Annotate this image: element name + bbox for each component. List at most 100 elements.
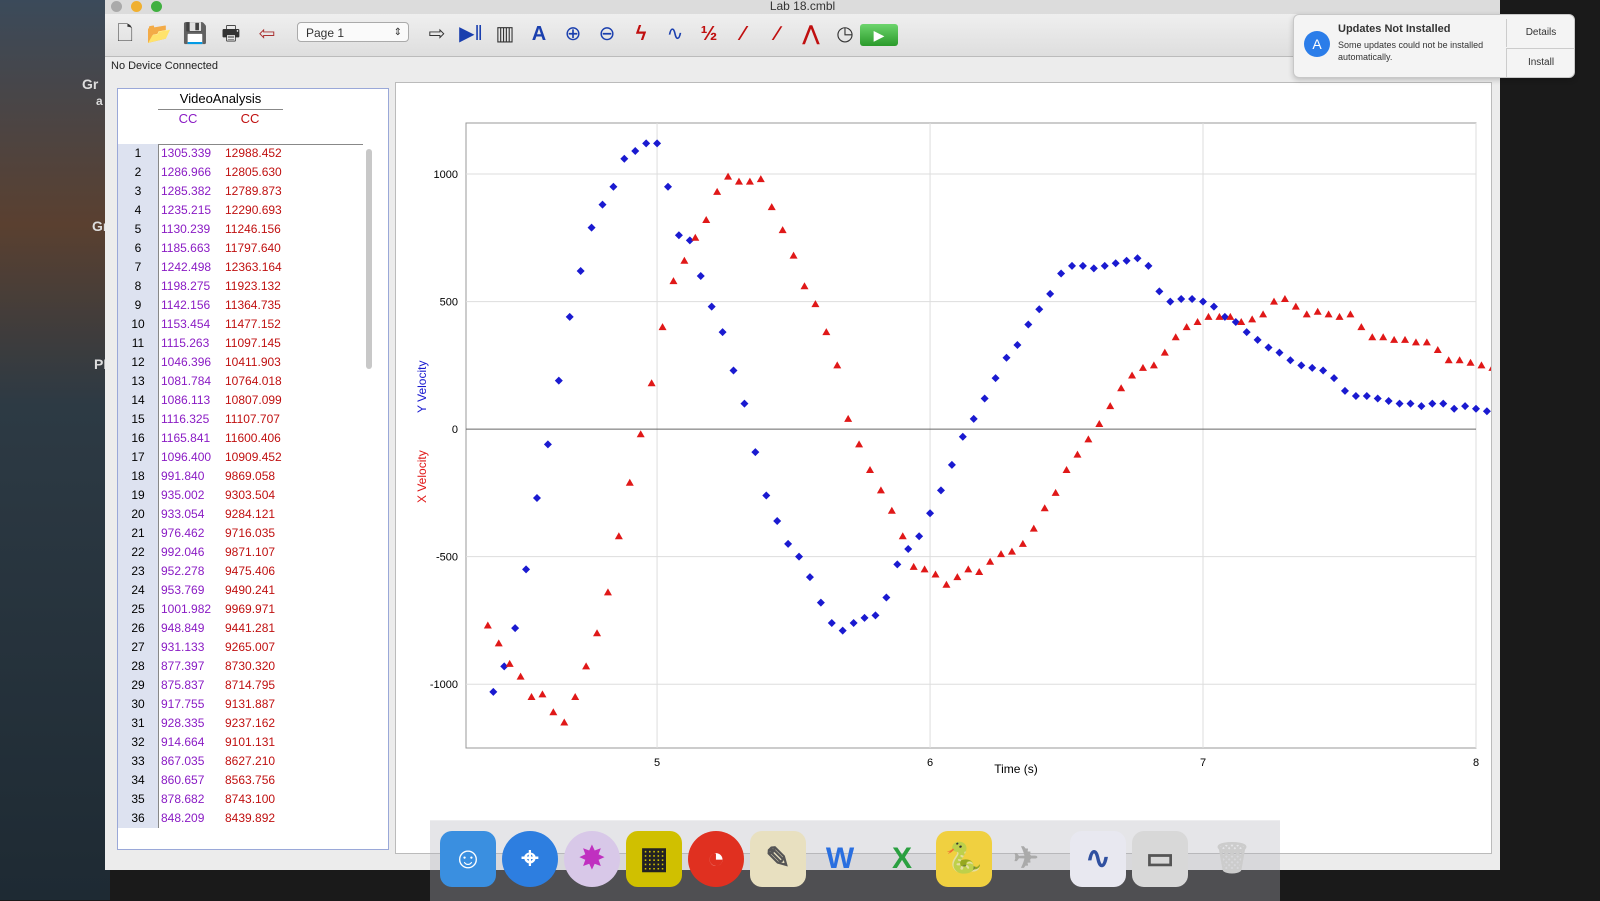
table-row[interactable]: 1116.325 11107.707 [159, 410, 359, 429]
cell-col1[interactable]: 1142.156 [161, 296, 221, 315]
logger-pro-icon[interactable]: ▦ [626, 831, 682, 887]
autoscale-icon[interactable]: A [525, 20, 553, 48]
table-row[interactable]: 1242.498 12363.164 [159, 258, 359, 277]
cell-col2[interactable]: 11364.735 [225, 296, 289, 315]
cell-col2[interactable]: 10411.903 [225, 353, 289, 372]
cell-col2[interactable]: 9969.971 [225, 600, 289, 619]
cell-col1[interactable]: 860.657 [161, 771, 221, 790]
data-table[interactable]: VideoAnalysis CC CC 1 2 3 4 5 6 7 8 9 10 11 12 13 14 1… [117, 88, 389, 850]
table-row[interactable]: 992.046 9871.107 [159, 543, 359, 562]
cell-col1[interactable]: 1305.339 [161, 144, 221, 163]
word-icon[interactable]: W [812, 831, 868, 887]
curve-fit-icon[interactable]: ∕ [763, 20, 791, 48]
trash-icon[interactable]: 🗑 [1204, 831, 1260, 887]
collect-icon[interactable]: ▶ [860, 24, 898, 46]
graph-panel[interactable]: 5 6 7 8 1000 500 0 -500 -1000 Time (s) Y Velocit… [395, 82, 1600, 854]
cell-col2[interactable]: 9716.035 [225, 524, 289, 543]
table-row[interactable]: 1185.663 11797.640 [159, 239, 359, 258]
cell-col1[interactable]: 1001.982 [161, 600, 221, 619]
examine-icon[interactable]: ϟ [627, 20, 655, 48]
cell-col1[interactable]: 1115.263 [161, 334, 221, 353]
install-button[interactable]: Install [1506, 48, 1575, 77]
column-header-x[interactable]: CC [158, 111, 218, 126]
cell-col1[interactable]: 935.002 [161, 486, 221, 505]
open-folder-icon[interactable]: 📂 [145, 20, 173, 48]
launcher-icon[interactable]: ✈ [998, 831, 1054, 887]
cell-col2[interactable]: 9131.887 [225, 695, 289, 714]
preview-icon[interactable]: ✎ [750, 831, 806, 887]
cell-col2[interactable]: 9475.406 [225, 562, 289, 581]
cell-col1[interactable]: 992.046 [161, 543, 221, 562]
new-file-icon[interactable]: 🗋 [111, 20, 139, 48]
table-row[interactable]: 877.397 8730.320 [159, 657, 359, 676]
table-row[interactable]: 1235.215 12290.693 [159, 201, 359, 220]
finder-icon[interactable]: ☺ [440, 831, 496, 887]
cell-col1[interactable]: 953.769 [161, 581, 221, 600]
python-icon[interactable]: 🐍 [936, 831, 992, 887]
tangent-icon[interactable]: ∿ [661, 20, 689, 48]
table-row[interactable]: 1142.156 11364.735 [159, 296, 359, 315]
cell-col1[interactable]: 875.837 [161, 676, 221, 695]
table-row[interactable]: 1285.382 12789.873 [159, 182, 359, 201]
table-row[interactable]: 933.054 9284.121 [159, 505, 359, 524]
cell-col2[interactable]: 9871.107 [225, 543, 289, 562]
zoom-in-icon[interactable]: ⊕ [559, 20, 587, 48]
safari-icon[interactable]: ⌖ [502, 831, 558, 887]
cell-col1[interactable]: 1242.498 [161, 258, 221, 277]
cell-col2[interactable]: 11246.156 [225, 220, 289, 239]
table-row[interactable]: 1096.400 10909.452 [159, 448, 359, 467]
table-row[interactable]: 878.682 8743.100 [159, 790, 359, 809]
column-header-y[interactable]: CC [220, 111, 280, 126]
photo-booth-icon[interactable]: ✸ [564, 831, 620, 887]
cell-col2[interactable]: 10807.099 [225, 391, 289, 410]
filemerge-icon[interactable]: ▭ [1132, 831, 1188, 887]
save-icon[interactable]: 💾 [181, 20, 209, 48]
cell-col1[interactable]: 1153.454 [161, 315, 221, 334]
table-row[interactable]: 1046.396 10411.903 [159, 353, 359, 372]
table-row[interactable]: 952.278 9475.406 [159, 562, 359, 581]
cell-col2[interactable]: 9441.281 [225, 619, 289, 638]
cell-col2[interactable]: 10764.018 [225, 372, 289, 391]
table-row[interactable]: 914.664 9101.131 [159, 733, 359, 752]
cell-col2[interactable]: 11600.406 [225, 429, 289, 448]
cell-col1[interactable]: 1285.382 [161, 182, 221, 201]
table-row[interactable]: 1130.239 11246.156 [159, 220, 359, 239]
cell-col1[interactable]: 1185.663 [161, 239, 221, 258]
integral-icon[interactable]: ½ [695, 20, 723, 48]
cell-col1[interactable]: 917.755 [161, 695, 221, 714]
table-row[interactable]: 860.657 8563.756 [159, 771, 359, 790]
table-row[interactable]: 848.209 8439.892 [159, 809, 359, 828]
cell-col1[interactable]: 1235.215 [161, 201, 221, 220]
table-row[interactable]: 1198.275 11923.132 [159, 277, 359, 296]
cell-col2[interactable]: 12290.693 [225, 201, 289, 220]
cell-col2[interactable]: 11097.145 [225, 334, 289, 353]
page-arrow-icon[interactable]: ⇨ [423, 20, 451, 48]
table-row[interactable]: 953.769 9490.241 [159, 581, 359, 600]
table-row[interactable]: 1001.982 9969.971 [159, 600, 359, 619]
cell-col1[interactable]: 1165.841 [161, 429, 221, 448]
cell-col1[interactable]: 877.397 [161, 657, 221, 676]
table-row[interactable]: 1086.113 10807.099 [159, 391, 359, 410]
table-row[interactable]: 1115.263 11097.145 [159, 334, 359, 353]
cell-col1[interactable]: 928.335 [161, 714, 221, 733]
table-row[interactable]: 1305.339 12988.452 [159, 144, 359, 163]
table-row[interactable]: 991.840 9869.058 [159, 467, 359, 486]
cell-col2[interactable]: 9101.131 [225, 733, 289, 752]
kinovea-icon[interactable]: ◔ [688, 831, 744, 887]
table-scrollbar[interactable] [366, 149, 372, 369]
cell-col1[interactable]: 1116.325 [161, 410, 221, 429]
cell-col1[interactable]: 878.682 [161, 790, 221, 809]
cell-col1[interactable]: 931.133 [161, 638, 221, 657]
table-row[interactable]: 976.462 9716.035 [159, 524, 359, 543]
table-row[interactable]: 935.002 9303.504 [159, 486, 359, 505]
model-icon[interactable]: ⋀ [797, 20, 825, 48]
graphical-analysis-icon[interactable]: ∿ [1070, 831, 1126, 887]
cell-col2[interactable]: 8714.795 [225, 676, 289, 695]
cell-col1[interactable]: 848.209 [161, 809, 221, 828]
cell-col2[interactable]: 9490.241 [225, 581, 289, 600]
meter-icon[interactable]: ▥ [491, 20, 519, 48]
cell-col2[interactable]: 9284.121 [225, 505, 289, 524]
cell-col1[interactable]: 1046.396 [161, 353, 221, 372]
cell-col1[interactable]: 976.462 [161, 524, 221, 543]
table-row[interactable]: 931.133 9265.007 [159, 638, 359, 657]
